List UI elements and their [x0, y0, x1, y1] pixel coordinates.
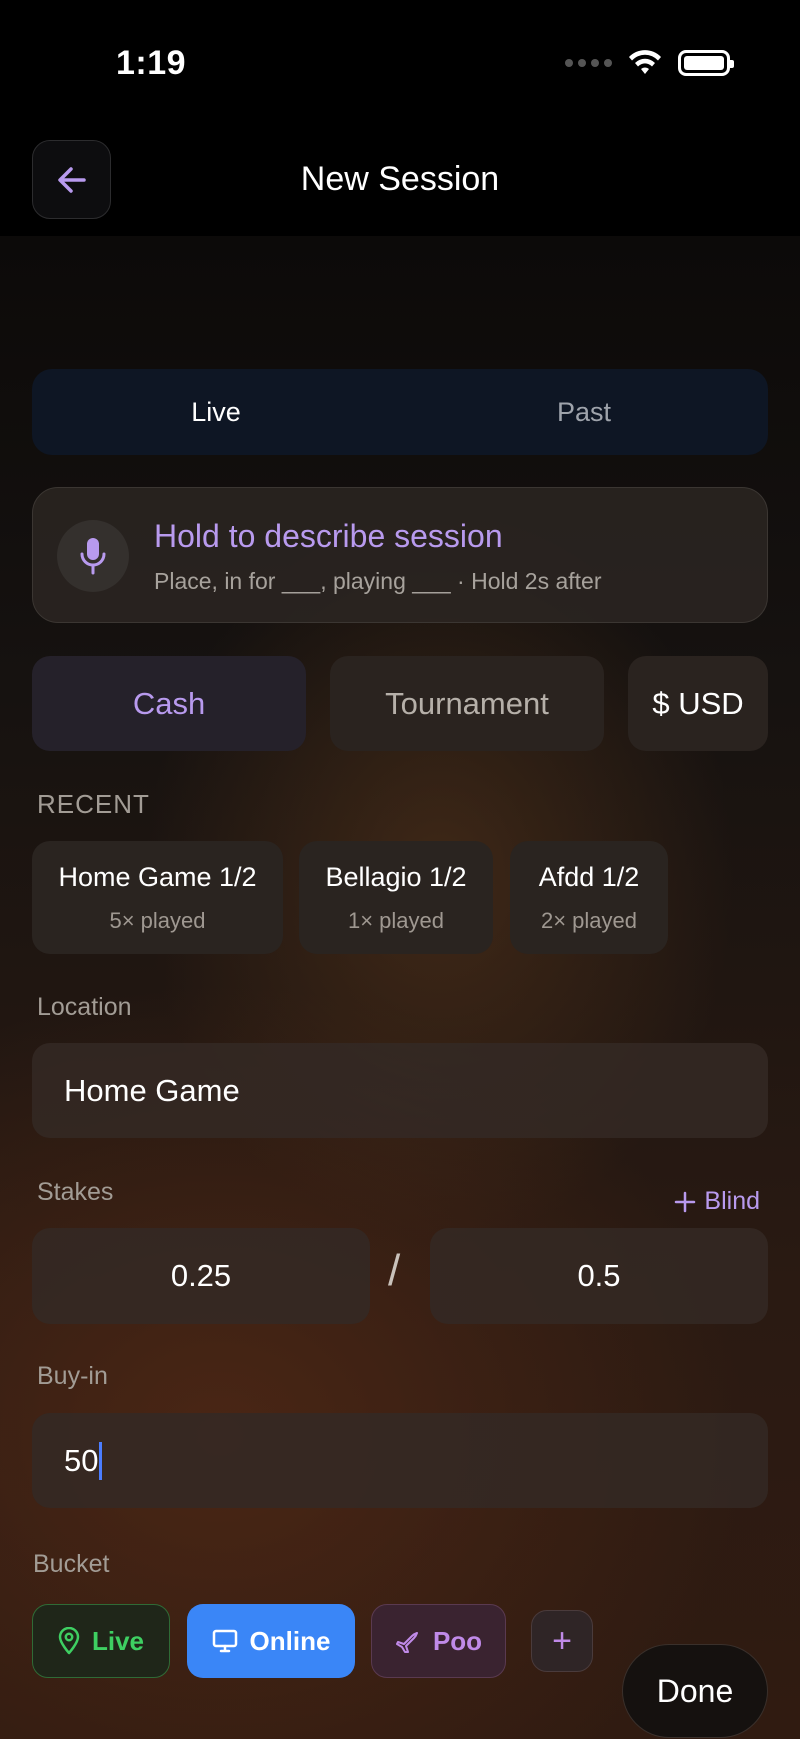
buyin-input[interactable]: 50	[32, 1413, 768, 1508]
buyin-value: 50	[64, 1442, 99, 1478]
add-blind-label: Blind	[704, 1187, 760, 1215]
recent-item[interactable]: Afdd 1/2 2× played	[510, 841, 668, 954]
status-time: 1:19	[116, 44, 187, 82]
big-blind-input[interactable]: 0.5	[430, 1228, 768, 1324]
monitor-icon	[212, 1629, 237, 1653]
voice-hint: Place, in for ___, playing ___ · Hold 2s…	[154, 568, 602, 594]
bucket-online-label: Online	[249, 1625, 331, 1656]
plus-icon	[675, 1191, 696, 1212]
bucket-live-button[interactable]: Live	[32, 1604, 170, 1678]
stakes-label: Stakes	[37, 1178, 114, 1206]
currency-button[interactable]: $ USD	[628, 656, 768, 751]
recent-label: RECENT	[37, 789, 150, 819]
tab-past[interactable]: Past	[400, 369, 768, 455]
recent-item[interactable]: Home Game 1/2 5× played	[32, 841, 283, 954]
small-blind-input[interactable]: 0.25	[32, 1228, 370, 1324]
stakes-separator: /	[388, 1246, 401, 1295]
location-input[interactable]: Home Game	[32, 1043, 768, 1138]
bucket-poo-label: Poo	[432, 1625, 483, 1656]
recent-item-count: 1× played	[347, 908, 445, 933]
location-label: Location	[37, 993, 132, 1021]
nav-header: New Session	[0, 130, 800, 236]
add-blind-button[interactable]: Blind	[674, 1187, 760, 1216]
bucket-online-button[interactable]: Online	[187, 1604, 355, 1678]
recent-item-name: Afdd 1/2	[538, 862, 640, 892]
status-bar: 1:19	[0, 0, 800, 130]
recent-item-count: 5× played	[109, 908, 206, 933]
recent-item-name: Home Game 1/2	[58, 862, 257, 892]
buyin-label: Buy-in	[37, 1362, 108, 1390]
recent-item-count: 2× played	[540, 908, 638, 933]
bucket-live-label: Live	[91, 1625, 145, 1656]
map-pin-icon	[58, 1627, 80, 1655]
bucket-label: Bucket	[33, 1550, 110, 1578]
status-icons	[565, 50, 734, 76]
recent-item[interactable]: Bellagio 1/2 1× played	[299, 841, 493, 954]
tab-live[interactable]: Live	[32, 369, 400, 455]
text-cursor	[99, 1441, 103, 1480]
wifi-icon	[629, 50, 661, 74]
voice-describe-button[interactable]: Hold to describe session Place, in for _…	[32, 487, 768, 623]
tournament-button[interactable]: Tournament	[330, 656, 604, 751]
signal-dots-icon	[565, 59, 612, 67]
plane-icon	[395, 1632, 418, 1653]
done-button[interactable]: Done	[622, 1644, 768, 1738]
mic-button	[57, 520, 129, 592]
page-title: New Session	[300, 160, 500, 198]
mode-segmented-control: Live Past	[32, 369, 768, 455]
session-form: Live Past Hold to describe session Place…	[0, 236, 800, 1739]
bucket-poo-button[interactable]: Poo	[371, 1604, 506, 1678]
microphone-icon	[80, 538, 106, 575]
add-bucket-button[interactable]: +	[531, 1610, 593, 1672]
recent-item-name: Bellagio 1/2	[325, 862, 467, 892]
cash-button[interactable]: Cash	[32, 656, 306, 751]
battery-icon	[678, 50, 734, 76]
voice-title: Hold to describe session	[154, 518, 503, 554]
